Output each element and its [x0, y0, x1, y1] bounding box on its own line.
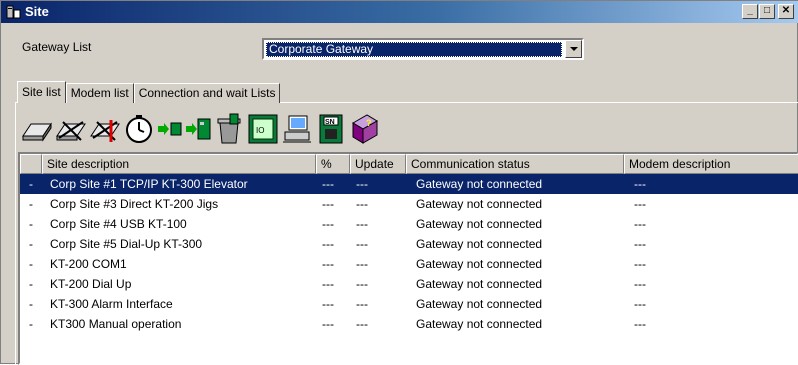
update-cell: ---: [356, 317, 368, 331]
maximize-button[interactable]: □: [759, 4, 775, 19]
trash-icon[interactable]: [212, 109, 246, 149]
site-window: Site _ □ ✕ Gateway List Corporate Gatewa…: [0, 0, 798, 365]
board-settings-icon[interactable]: IO: [246, 109, 280, 149]
table-row[interactable]: - Corp Site #1 TCP/IP KT-300 Elevator --- -…: [20, 174, 798, 194]
communication-status-cell: Gateway not connected: [416, 297, 543, 311]
row-marker: -: [29, 317, 33, 331]
table-row[interactable]: - Corp Site #3 Direct KT-200 Jigs --- --- Ga…: [20, 194, 798, 214]
gateway-select[interactable]: Corporate Gateway: [262, 38, 584, 60]
row-marker: -: [29, 217, 33, 231]
gateway-list-label: Gateway List: [22, 40, 92, 54]
site-description-cell: KT-200 COM1: [50, 257, 127, 271]
network-computer-icon[interactable]: [280, 109, 314, 149]
site-description-cell: Corp Site #3 Direct KT-200 Jigs: [50, 197, 219, 211]
tab-strip: Site list Modem list Connection and wait…: [17, 81, 281, 103]
row-marker: -: [29, 197, 33, 211]
table-row[interactable]: - KT-200 COM1 --- --- Gateway not connected -…: [20, 254, 798, 274]
percent-cell: ---: [322, 257, 334, 271]
site-description-cell: KT300 Manual operation: [50, 317, 182, 331]
row-marker: -: [29, 257, 33, 271]
disconnect-icon[interactable]: [54, 109, 88, 149]
update-cell: ---: [356, 257, 368, 271]
percent-cell: ---: [322, 297, 334, 311]
table-row[interactable]: - Corp Site #4 USB KT-100 --- --- Gateway no…: [20, 214, 798, 234]
communication-status-cell: Gateway not connected: [416, 237, 543, 251]
modem-description-cell: ---: [634, 297, 646, 311]
update-cell: ---: [356, 277, 368, 291]
percent-cell: ---: [322, 237, 334, 251]
svg-text:IO: IO: [256, 126, 264, 135]
site-description-cell: Corp Site #1 TCP/IP KT-300 Elevator: [50, 177, 248, 191]
window-title: Site: [25, 4, 49, 19]
communication-status-cell: Gateway not connected: [416, 317, 543, 331]
row-marker: -: [29, 297, 33, 311]
site-description-cell: KT-300 Alarm Interface: [50, 297, 173, 311]
svg-text:SN: SN: [325, 119, 335, 126]
percent-cell: ---: [322, 317, 334, 331]
close-button[interactable]: ✕: [778, 4, 794, 19]
communication-status-cell: Gateway not connected: [416, 277, 543, 291]
update-cell: ---: [356, 197, 368, 211]
row-marker: -: [29, 237, 33, 251]
modem-description-cell: ---: [634, 217, 646, 231]
column-header-communication-status[interactable]: Communication status: [406, 154, 624, 174]
disconnect-alarm-icon[interactable]: [88, 109, 122, 149]
tab-connection-wait-lists[interactable]: Connection and wait Lists: [133, 83, 281, 103]
percent-cell: ---: [322, 177, 334, 191]
modem-description-cell: ---: [634, 317, 646, 331]
communication-status-cell: Gateway not connected: [416, 177, 543, 191]
update-cell: ---: [356, 237, 368, 251]
help-book-icon[interactable]: ?: [348, 109, 382, 149]
table-row[interactable]: - KT-300 Alarm Interface --- --- Gateway not…: [20, 294, 798, 314]
transfer-right-icon[interactable]: [156, 109, 184, 149]
site-list-table[interactable]: Site description % Update Communication …: [18, 152, 798, 365]
modem-description-cell: ---: [634, 257, 646, 271]
column-header-update[interactable]: Update: [350, 154, 406, 174]
modem-description-cell: ---: [634, 177, 646, 191]
connect-icon[interactable]: [20, 109, 54, 149]
chevron-down-icon[interactable]: [565, 40, 582, 58]
column-header-marker[interactable]: [20, 154, 42, 174]
gateway-select-value: Corporate Gateway: [266, 42, 562, 57]
title-bar[interactable]: Site _ □ ✕: [1, 1, 798, 23]
column-header-site-description[interactable]: Site description: [42, 154, 316, 174]
row-marker: -: [29, 277, 33, 291]
percent-cell: ---: [322, 197, 334, 211]
site-description-cell: Corp Site #5 Dial-Up KT-300: [50, 237, 203, 251]
tab-modem-list[interactable]: Modem list: [65, 83, 134, 103]
percent-cell: ---: [322, 217, 334, 231]
communication-status-cell: Gateway not connected: [416, 217, 543, 231]
table-row[interactable]: - KT-200 Dial Up --- --- Gateway not connect…: [20, 274, 798, 294]
modem-description-cell: ---: [634, 197, 646, 211]
timer-icon[interactable]: [122, 109, 156, 149]
update-cell: ---: [356, 297, 368, 311]
tab-site-list[interactable]: Site list: [17, 81, 66, 103]
svg-text:?: ?: [366, 118, 372, 128]
percent-cell: ---: [322, 277, 334, 291]
update-cell: ---: [356, 177, 368, 191]
minimize-button[interactable]: _: [742, 4, 758, 19]
toolbar: IO SN ?: [20, 109, 432, 149]
communication-status-cell: Gateway not connected: [416, 257, 543, 271]
communication-status-cell: Gateway not connected: [416, 197, 543, 211]
table-header: Site description % Update Communication …: [20, 154, 798, 174]
site-description-cell: Corp Site #4 USB KT-100: [50, 217, 187, 231]
serial-number-icon[interactable]: SN: [314, 109, 348, 149]
column-header-percent[interactable]: %: [316, 154, 350, 174]
modem-description-cell: ---: [634, 237, 646, 251]
table-row[interactable]: - Corp Site #5 Dial-Up KT-300 --- --- Gatewa…: [20, 234, 798, 254]
column-header-modem-description[interactable]: Modem description: [624, 154, 798, 174]
row-marker: -: [29, 177, 33, 191]
transfer-board-icon[interactable]: [184, 109, 212, 149]
app-icon: [6, 5, 21, 19]
modem-description-cell: ---: [634, 277, 646, 291]
table-row[interactable]: - KT300 Manual operation --- --- Gateway not…: [20, 314, 798, 334]
site-description-cell: KT-200 Dial Up: [50, 277, 132, 291]
update-cell: ---: [356, 217, 368, 231]
